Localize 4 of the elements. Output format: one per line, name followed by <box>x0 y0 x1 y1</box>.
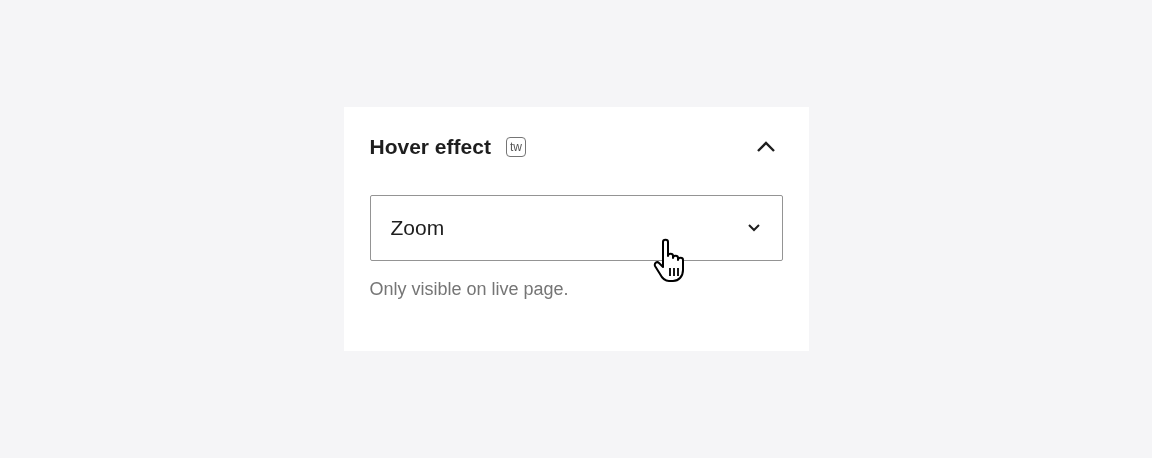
help-text: Only visible on live page. <box>369 279 570 300</box>
tw-badge: tw <box>505 137 526 157</box>
panel-title: Hover effect <box>369 135 491 159</box>
chevron-down-icon <box>745 223 762 233</box>
